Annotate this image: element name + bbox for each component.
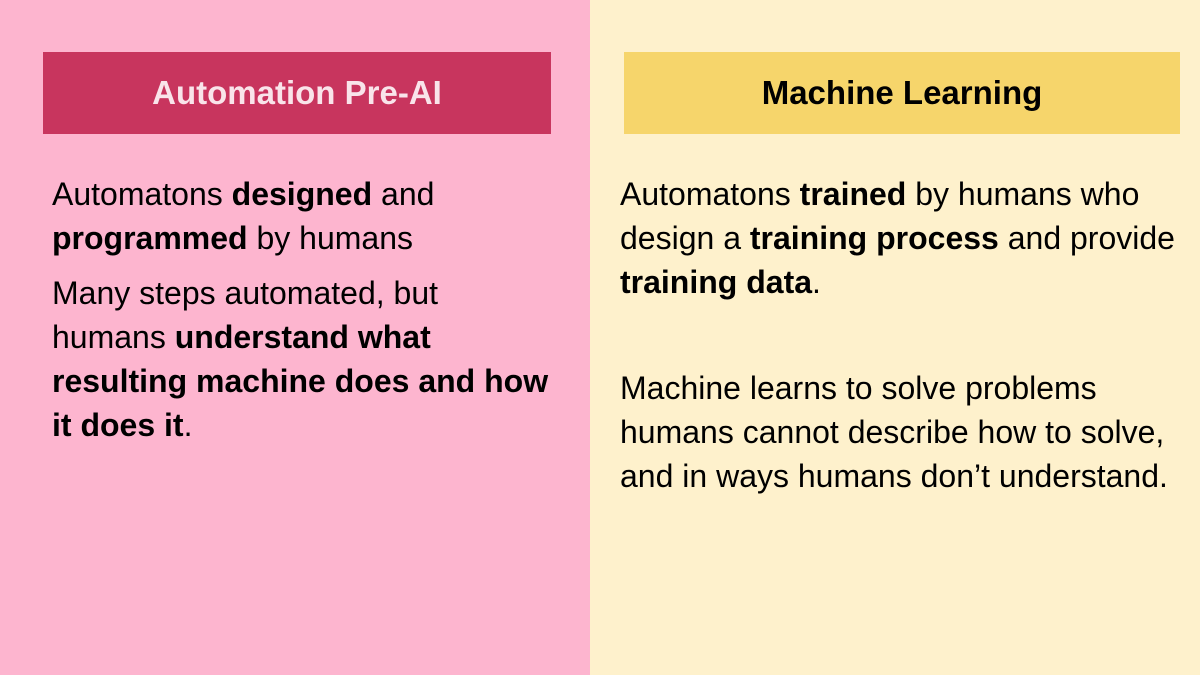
bold-span: training data [620, 264, 813, 300]
right-paragraph-1: Automatons trained by humans who design … [620, 172, 1180, 304]
bold-span: training process [749, 220, 999, 256]
text-span: . [812, 264, 821, 300]
text-span: and provide [998, 220, 1175, 256]
text-span: by humans [247, 220, 414, 256]
right-paragraph-2: Machine learns to solve problems humans … [620, 366, 1180, 498]
right-header: Machine Learning [624, 52, 1180, 134]
bold-span: designed [231, 176, 373, 212]
text-span: Automatons [52, 176, 232, 212]
text-span: Machine learns to solve problems humans … [620, 370, 1168, 494]
left-paragraph-2: Many steps automated, but humans underst… [52, 271, 552, 447]
text-span: Automatons [620, 176, 800, 212]
bold-span: programmed [52, 220, 248, 256]
right-panel: Machine Learning Automatons trained by h… [590, 0, 1200, 675]
left-header: Automation Pre-AI [43, 52, 551, 134]
text-span: . [183, 407, 193, 443]
left-panel: Automation Pre-AI Automatons designed an… [0, 0, 590, 675]
bold-span: trained [799, 176, 907, 212]
text-span: and [372, 176, 435, 212]
left-paragraph-1: Automatons designed and programmed by hu… [52, 172, 552, 260]
